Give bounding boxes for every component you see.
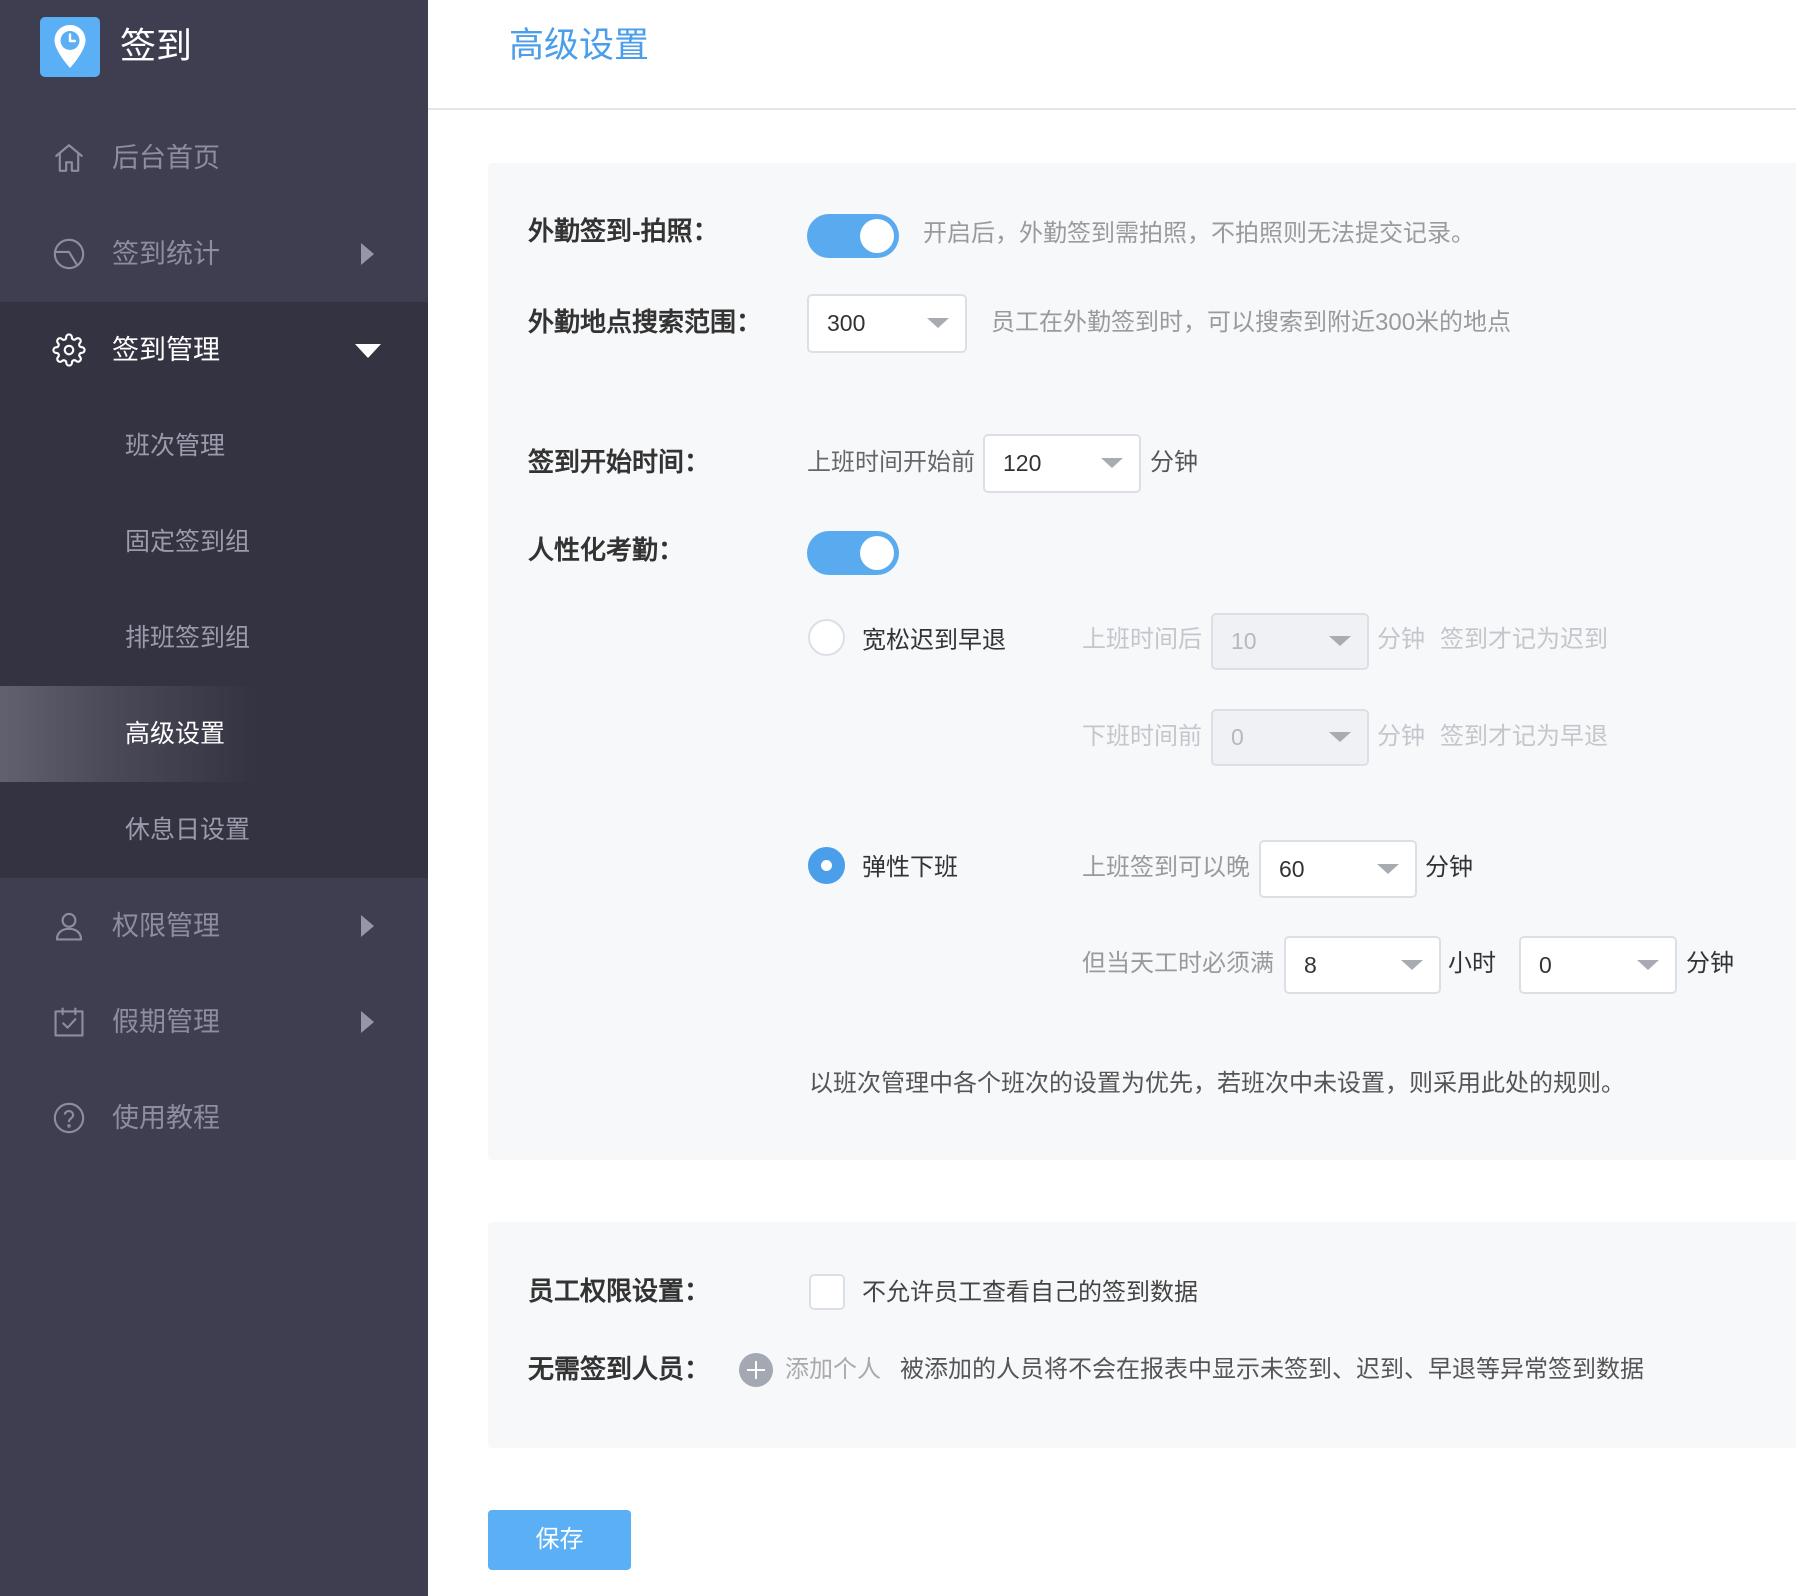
chevron-down-icon — [1377, 864, 1399, 874]
sidebar-subitem-label: 休息日设置 — [125, 816, 251, 844]
select-value: 0 — [1231, 724, 1244, 750]
chevron-down-icon — [1329, 636, 1351, 646]
chevron-down-icon — [1637, 960, 1659, 970]
page-header: 高级设置 — [428, 0, 1796, 110]
sidebar-subitem-shifts[interactable]: 班次管理 — [0, 398, 428, 494]
chevron-down-icon — [1101, 458, 1123, 468]
field-range-select[interactable]: 300 — [807, 294, 967, 353]
late-allow-prefix: 上班签到可以晚 — [1082, 854, 1250, 881]
sidebar-item-holidays[interactable]: 假期管理 — [0, 974, 428, 1070]
field-photo-hint: 开启后，外勤签到需拍照，不拍照则无法提交记录。 — [923, 220, 1475, 247]
caret-down-icon — [355, 344, 381, 358]
select-value: 10 — [1231, 628, 1257, 654]
sidebar-item-label: 后台首页 — [112, 143, 220, 173]
early-minutes-select: 0 — [1211, 709, 1369, 766]
flexible-radio[interactable] — [808, 847, 845, 884]
checkin-start-prefix: 上班时间开始前 — [807, 449, 975, 476]
plus-circle-icon — [739, 1353, 773, 1387]
field-photo-toggle[interactable] — [807, 214, 899, 258]
late-suffix: 签到才记为迟到 — [1440, 626, 1608, 653]
field-photo-label: 外勤签到-拍照： — [528, 216, 719, 246]
flexible-label: 弹性下班 — [862, 854, 958, 881]
toggle-knob — [860, 536, 894, 570]
checkin-start-select[interactable]: 120 — [983, 434, 1141, 493]
sidebar-group-checkin-management: 签到管理 班次管理 固定签到组 排班签到组 高级设置 休息日设置 — [0, 302, 428, 878]
sidebar-item-statistics[interactable]: 签到统计 — [0, 206, 428, 302]
early-unit: 分钟 — [1377, 723, 1425, 750]
location-clock-icon — [40, 17, 100, 77]
page-title: 高级设置 — [509, 26, 650, 65]
sidebar-item-label: 假期管理 — [112, 1007, 220, 1037]
hide-own-data-label: 不允许员工查看自己的签到数据 — [862, 1279, 1198, 1306]
min-hours-select[interactable]: 8 — [1284, 936, 1441, 994]
caret-right-icon — [361, 915, 374, 937]
sidebar-subitem-fixed-groups[interactable]: 固定签到组 — [0, 494, 428, 590]
humane-attendance-label: 人性化考勤： — [528, 535, 685, 565]
rule-priority-note: 以班次管理中各个班次的设置为优先，若班次中未设置，则采用此处的规则。 — [809, 1070, 1625, 1097]
sidebar-item-label: 权限管理 — [112, 911, 220, 941]
min-minutes-unit: 分钟 — [1686, 950, 1734, 977]
late-unit: 分钟 — [1377, 626, 1425, 653]
sidebar-item-label: 使用教程 — [112, 1103, 220, 1133]
early-suffix: 签到才记为早退 — [1440, 723, 1608, 750]
home-icon — [52, 141, 86, 175]
late-prefix: 上班时间后 — [1082, 626, 1202, 653]
toggle-knob — [860, 219, 894, 253]
gear-icon — [52, 333, 86, 367]
late-allow-unit: 分钟 — [1425, 854, 1473, 881]
field-range-label: 外勤地点搜索范围： — [528, 307, 763, 337]
checkin-start-unit: 分钟 — [1150, 449, 1198, 476]
app-title: 签到 — [120, 25, 193, 66]
min-minutes-select[interactable]: 0 — [1519, 936, 1677, 994]
select-value: 120 — [1003, 450, 1042, 476]
save-button[interactable]: 保存 — [488, 1510, 631, 1570]
permission-settings-card: 员工权限设置： 不允许员工查看自己的签到数据 无需签到人员： 添加个人 被添加的… — [488, 1222, 1796, 1448]
sidebar-item-dashboard[interactable]: 后台首页 — [0, 110, 428, 206]
sidebar-subitem-schedule-groups[interactable]: 排班签到组 — [0, 590, 428, 686]
user-icon — [52, 909, 86, 943]
sidebar-item-permissions[interactable]: 权限管理 — [0, 878, 428, 974]
humane-attendance-toggle[interactable] — [807, 531, 899, 575]
add-person-button[interactable]: 添加个人 — [739, 1349, 889, 1391]
sidebar-subitem-rest-days[interactable]: 休息日设置 — [0, 782, 428, 878]
chevron-down-icon — [1329, 732, 1351, 742]
select-value: 300 — [827, 310, 866, 336]
sidebar-subitem-label: 固定签到组 — [125, 528, 251, 556]
min-hours-prefix: 但当天工时必须满 — [1082, 950, 1274, 977]
late-allow-select[interactable]: 60 — [1259, 840, 1417, 898]
help-circle-icon — [52, 1101, 86, 1135]
chevron-down-icon — [927, 318, 949, 328]
caret-right-icon — [361, 1011, 374, 1033]
select-value: 60 — [1279, 856, 1305, 882]
pie-chart-icon — [52, 237, 86, 271]
sidebar-item-checkin-management[interactable]: 签到管理 — [0, 302, 428, 398]
min-hours-unit: 小时 — [1448, 950, 1496, 977]
brand: 签到 — [0, 0, 428, 110]
caret-right-icon — [361, 243, 374, 265]
add-person-label: 添加个人 — [785, 1356, 881, 1383]
early-prefix: 下班时间前 — [1082, 723, 1202, 750]
sidebar-item-label: 签到管理 — [112, 335, 220, 365]
sidebar-subitem-label: 排班签到组 — [125, 624, 251, 652]
exempt-members-hint: 被添加的人员将不会在报表中显示未签到、迟到、早退等异常签到数据 — [900, 1356, 1644, 1383]
sidebar-subitem-label: 高级设置 — [125, 720, 226, 748]
sidebar-subitem-advanced-settings[interactable]: 高级设置 — [0, 686, 428, 782]
sidebar: 签到 后台首页 签到统计 签到管理 班次管理 固定签到组 排班签到组 高级设置 … — [0, 0, 428, 1596]
field-range-hint: 员工在外勤签到时，可以搜索到附近300米的地点 — [991, 309, 1512, 336]
hide-own-data-checkbox[interactable] — [809, 1274, 845, 1310]
employee-permission-label: 员工权限设置： — [528, 1276, 711, 1306]
sidebar-subitem-label: 班次管理 — [125, 432, 226, 460]
select-value: 0 — [1539, 952, 1552, 978]
sidebar-item-tutorial[interactable]: 使用教程 — [0, 1070, 428, 1166]
lenient-radio[interactable] — [808, 619, 845, 656]
late-minutes-select: 10 — [1211, 613, 1369, 670]
select-value: 8 — [1304, 952, 1317, 978]
calendar-check-icon — [52, 1005, 86, 1039]
lenient-label: 宽松迟到早退 — [862, 627, 1006, 654]
sidebar-item-label: 签到统计 — [112, 239, 220, 269]
exempt-members-label: 无需签到人员： — [528, 1354, 711, 1384]
chevron-down-icon — [1401, 960, 1423, 970]
attendance-settings-card: 外勤签到-拍照： 开启后，外勤签到需拍照，不拍照则无法提交记录。 外勤地点搜索范… — [488, 163, 1796, 1160]
checkin-start-label: 签到开始时间： — [528, 447, 711, 477]
